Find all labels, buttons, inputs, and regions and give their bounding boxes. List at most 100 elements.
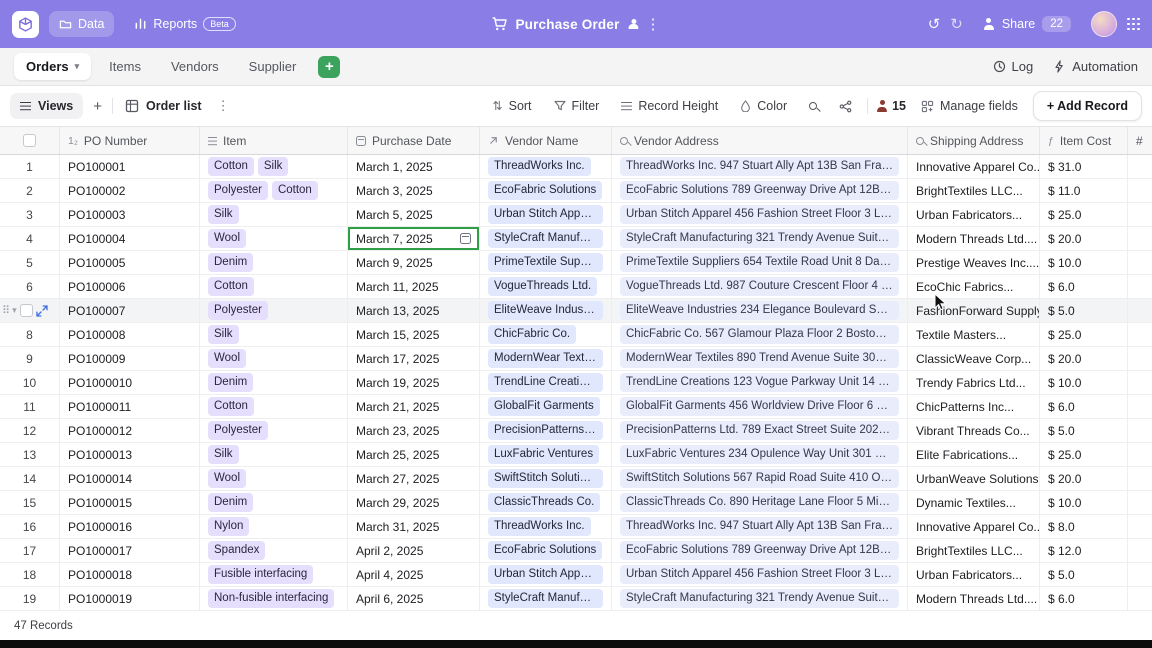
vendor-address-cell[interactable]: EcoFabric Solutions 789 Greenway Drive A… (612, 179, 908, 202)
po-number-cell[interactable]: PO100008 (60, 323, 200, 346)
vendor-name-cell[interactable]: Urban Stitch Apparel (480, 203, 612, 226)
vendor-name-cell[interactable]: SwiftStitch Solutions (480, 467, 612, 490)
row-number-cell[interactable]: 6 (0, 275, 60, 298)
column-header-vendor-name[interactable]: Vendor Name (480, 127, 612, 154)
vendor-name-cell[interactable]: Urban Stitch Apparel (480, 563, 612, 586)
item-cost-cell[interactable]: $ 5.0 (1040, 563, 1128, 586)
undo-icon[interactable]: ↺ (928, 17, 941, 32)
search-button[interactable] (802, 97, 824, 115)
shipping-address-cell[interactable]: Modern Threads Ltd.... (908, 587, 1040, 610)
row-number-cell[interactable]: 9 (0, 347, 60, 370)
row-number-cell[interactable]: 17 (0, 539, 60, 562)
po-number-cell[interactable]: PO100001 (60, 155, 200, 178)
item-cost-cell[interactable]: $ 20.0 (1040, 347, 1128, 370)
views-button[interactable]: Views (10, 93, 84, 119)
item-cost-cell[interactable]: $ 10.0 (1040, 371, 1128, 394)
shipping-address-cell[interactable]: Textile Masters... (908, 323, 1040, 346)
sort-button[interactable]: ⇅ Sort (486, 94, 539, 118)
vendor-address-cell[interactable]: GlobalFit Garments 456 Worldview Drive F… (612, 395, 908, 418)
po-number-cell[interactable]: PO1000010 (60, 371, 200, 394)
item-cost-cell[interactable]: $ 25.0 (1040, 323, 1128, 346)
column-header-item-cost[interactable]: ƒ Item Cost (1040, 127, 1128, 154)
vendor-address-cell[interactable]: PrimeTextile Suppliers 654 Textile Road … (612, 251, 908, 274)
item-cell[interactable]: Denim (200, 491, 348, 514)
add-record-button[interactable]: + Add Record (1032, 91, 1142, 121)
vendor-name-cell[interactable]: EcoFabric Solutions (480, 539, 612, 562)
shipping-address-cell[interactable]: Prestige Weaves Inc.... (908, 251, 1040, 274)
item-cost-cell[interactable]: $ 20.0 (1040, 467, 1128, 490)
automation-button[interactable]: Automation (1053, 59, 1138, 74)
po-number-cell[interactable]: PO100004 (60, 227, 200, 250)
item-cell[interactable]: Cotton (200, 395, 348, 418)
add-view-button[interactable]: + (91, 98, 104, 115)
purchase-date-cell[interactable]: March 25, 2025 (348, 443, 480, 466)
po-number-cell[interactable]: PO1000012 (60, 419, 200, 442)
row-number-cell[interactable]: 15 (0, 491, 60, 514)
item-cost-cell[interactable]: $ 6.0 (1040, 275, 1128, 298)
item-cell[interactable]: Silk (200, 203, 348, 226)
po-number-cell[interactable]: PO1000018 (60, 563, 200, 586)
vendor-address-cell[interactable]: StyleCraft Manufacturing 321 Trendy Aven… (612, 587, 908, 610)
item-cell[interactable]: Wool (200, 467, 348, 490)
item-cell[interactable]: Spandex (200, 539, 348, 562)
row-number-cell[interactable]: 16 (0, 515, 60, 538)
purchase-date-cell[interactable]: March 13, 2025 (348, 299, 480, 322)
vendor-address-cell[interactable]: TrendLine Creations 123 Vogue Parkway Un… (612, 371, 908, 394)
row-number-cell[interactable]: 2 (0, 179, 60, 202)
purchase-date-cell[interactable]: March 19, 2025 (348, 371, 480, 394)
po-number-cell[interactable]: PO1000016 (60, 515, 200, 538)
row-number-cell[interactable]: 14 (0, 467, 60, 490)
purchase-date-cell[interactable]: March 27, 2025 (348, 467, 480, 490)
shipping-address-cell[interactable]: Dynamic Textiles... (908, 491, 1040, 514)
item-cell[interactable]: Polyester (200, 419, 348, 442)
shipping-address-cell[interactable]: Elite Fabrications... (908, 443, 1040, 466)
vendor-address-cell[interactable]: Urban Stitch Apparel 456 Fashion Street … (612, 563, 908, 586)
vendor-address-cell[interactable]: EcoFabric Solutions 789 Greenway Drive A… (612, 539, 908, 562)
share-view-button[interactable] (832, 95, 859, 118)
view-name[interactable]: Order list (121, 99, 206, 113)
table-tab-supplier[interactable]: Supplier (237, 53, 309, 80)
app-logo-icon[interactable] (12, 10, 39, 38)
po-number-cell[interactable]: PO1000011 (60, 395, 200, 418)
chevron-down-icon[interactable]: ▾ (12, 305, 17, 316)
shipping-address-cell[interactable]: Urban Fabricators... (908, 563, 1040, 586)
nav-reports-tab[interactable]: Reports Beta (124, 11, 245, 38)
vendor-name-cell[interactable]: TrendLine Creations (480, 371, 612, 394)
column-header-vendor-address[interactable]: Vendor Address (612, 127, 908, 154)
vendor-name-cell[interactable]: PrecisionPatterns Ltd. (480, 419, 612, 442)
item-cost-cell[interactable]: $ 5.0 (1040, 419, 1128, 442)
vendor-name-cell[interactable]: EcoFabric Solutions (480, 179, 612, 202)
vendor-address-cell[interactable]: SwiftStitch Solutions 567 Rapid Road Sui… (612, 467, 908, 490)
po-number-cell[interactable]: PO100002 (60, 179, 200, 202)
user-avatar[interactable] (1091, 11, 1117, 37)
row-checkbox[interactable] (19, 304, 33, 317)
vendor-address-cell[interactable]: LuxFabric Ventures 234 Opulence Way Unit… (612, 443, 908, 466)
purchase-date-cell[interactable]: March 23, 2025 (348, 419, 480, 442)
redo-icon[interactable]: ↻ (950, 17, 963, 32)
row-number-cell[interactable]: 13 (0, 443, 60, 466)
item-cost-cell[interactable]: $ 11.0 (1040, 179, 1128, 202)
item-cost-cell[interactable]: $ 5.0 (1040, 299, 1128, 322)
item-cost-cell[interactable]: $ 6.0 (1040, 587, 1128, 610)
row-number-cell[interactable]: 5 (0, 251, 60, 274)
item-cost-cell[interactable]: $ 25.0 (1040, 443, 1128, 466)
row-number-cell[interactable]: 1 (0, 155, 60, 178)
vendor-address-cell[interactable]: VogueThreads Ltd. 987 Couture Crescent F… (612, 275, 908, 298)
purchase-date-cell[interactable]: March 3, 2025 (348, 179, 480, 202)
expand-record-icon[interactable] (35, 304, 48, 317)
item-cell[interactable]: Cotton Silk (200, 155, 348, 178)
shipping-address-cell[interactable]: UrbanWeave Solutions... (908, 467, 1040, 490)
shipping-address-cell[interactable]: EcoChic Fabrics... (908, 275, 1040, 298)
vendor-address-cell[interactable]: EliteWeave Industries 234 Elegance Boule… (612, 299, 908, 322)
row-number-cell[interactable]: 10 (0, 371, 60, 394)
shipping-address-cell[interactable]: Trendy Fabrics Ltd... (908, 371, 1040, 394)
row-number-cell[interactable]: 19 (0, 587, 60, 610)
shipping-address-cell[interactable]: ClassicWeave Corp... (908, 347, 1040, 370)
add-table-button[interactable]: + (318, 55, 341, 78)
vendor-name-cell[interactable]: StyleCraft Manufact... (480, 227, 612, 250)
color-button[interactable]: Color (733, 94, 794, 118)
row-number-cell[interactable]: 11 (0, 395, 60, 418)
vendor-address-cell[interactable]: ChicFabric Co. 567 Glamour Plaza Floor 2… (612, 323, 908, 346)
vendor-address-cell[interactable]: Urban Stitch Apparel 456 Fashion Street … (612, 203, 908, 226)
po-number-cell[interactable]: PO100009 (60, 347, 200, 370)
